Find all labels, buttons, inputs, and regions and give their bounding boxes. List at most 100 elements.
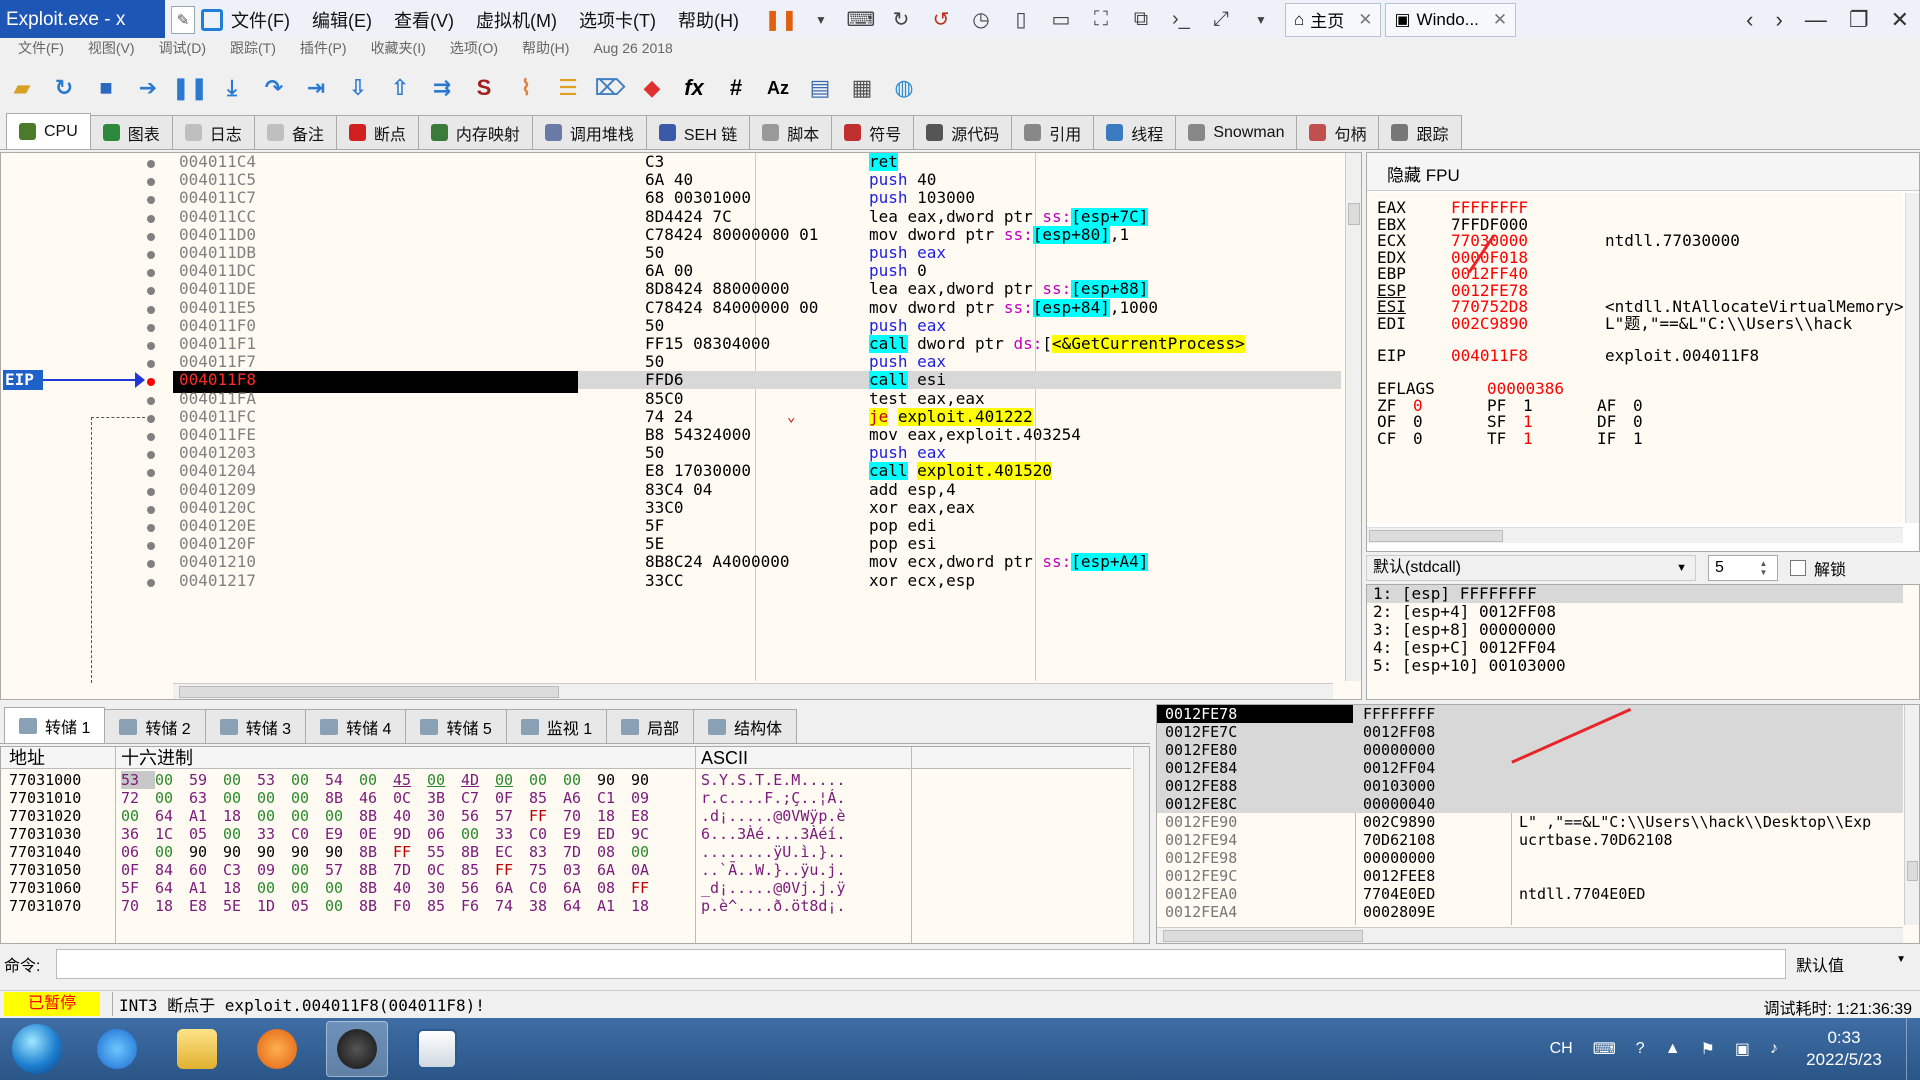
x64dbg-menu-item[interactable]: 插件(P) xyxy=(300,40,347,56)
breakpoint-dot-icon[interactable] xyxy=(147,233,155,241)
tab-7[interactable]: SEH 链 xyxy=(645,115,751,149)
hex-byte[interactable]: 9C xyxy=(631,825,665,843)
bookmarks-icon[interactable]: ◆ xyxy=(636,72,668,104)
register-value[interactable]: FFFFFFFF xyxy=(1451,199,1528,216)
command-mode-select[interactable]: 默认值 xyxy=(1796,952,1906,976)
horizontal-scrollbar[interactable] xyxy=(173,683,1333,699)
step-over-icon[interactable]: ↷ xyxy=(258,72,290,104)
command-input[interactable] xyxy=(56,949,1786,979)
dump-row[interactable]: 77031030 36 1C 05 00 33 C0 E9 0E 9D 06 00 33 C0 E9 ED 9C… xyxy=(1,825,1131,843)
hex-byte[interactable]: 90 xyxy=(257,843,291,861)
hex-byte[interactable]: 00 xyxy=(257,807,291,825)
register-row[interactable]: EIP 004011F8 exploit.004011F8 xyxy=(1367,347,1903,364)
hex-byte[interactable]: 53 xyxy=(121,771,155,789)
vm-menu-item[interactable]: 帮助(H) xyxy=(678,7,739,33)
hex-byte[interactable]: 38 xyxy=(529,897,563,915)
breakpoint-dot-icon[interactable] xyxy=(147,342,155,350)
vm-menu-item[interactable]: 虚拟机(M) xyxy=(476,7,557,33)
breakpoint-dot-icon[interactable] xyxy=(147,433,155,441)
hex-byte[interactable]: 00 xyxy=(223,771,257,789)
vertical-scrollbar[interactable] xyxy=(1905,193,1919,523)
hex-byte[interactable]: 00 xyxy=(257,789,291,807)
hex-byte[interactable]: 00 xyxy=(359,771,393,789)
tab-3[interactable]: 备注 xyxy=(253,115,337,149)
breakpoint-dot-icon[interactable] xyxy=(147,488,155,496)
vm-menu-item[interactable]: 选项卡(T) xyxy=(579,7,656,33)
hex-byte[interactable]: 6A xyxy=(495,879,529,897)
hex-byte[interactable]: 08 xyxy=(597,879,631,897)
network-icon[interactable]: ▣ xyxy=(1735,1039,1750,1059)
tab-6[interactable]: 调用堆栈 xyxy=(531,115,647,149)
disasm-row[interactable]: 004011C5 6A 40 push 40 xyxy=(173,171,1341,189)
hex-byte[interactable]: C0 xyxy=(291,825,325,843)
patch-icon[interactable]: ⌇ xyxy=(510,72,542,104)
hex-byte[interactable]: 90 xyxy=(631,771,665,789)
breakpoint-dot-icon[interactable] xyxy=(147,560,155,568)
flag-value[interactable]: 1 xyxy=(1523,413,1533,430)
hex-byte[interactable]: E8 xyxy=(189,897,223,915)
disasm-row[interactable]: 00401217 33CC xor ecx,esp xyxy=(173,572,1341,590)
hex-byte[interactable]: 33 xyxy=(257,825,291,843)
disasm-row[interactable]: 004011DE 8D8424 88000000 lea eax,dword ptr… xyxy=(173,280,1341,298)
chevron-down-icon[interactable]: ▼ xyxy=(806,5,836,35)
breakpoint-dot-icon[interactable] xyxy=(147,415,155,423)
register-row[interactable]: EBX 7FFDF000 xyxy=(1367,216,1903,233)
breakpoint-dot-icon[interactable] xyxy=(147,360,155,368)
taskbar-ie[interactable] xyxy=(86,1021,148,1077)
hex-byte[interactable]: 7D xyxy=(563,843,597,861)
register-row[interactable]: ESP 0012FE78 xyxy=(1367,282,1903,299)
variables-icon[interactable]: # xyxy=(720,72,752,104)
stack-panel[interactable]: 0012FE78 FFFFFFFF 0012FE7C 0012FF08 0012FE80… xyxy=(1156,704,1920,944)
snapshot-manager-icon[interactable]: ◷ xyxy=(966,5,996,35)
dump-row[interactable]: 77031040 06 00 90 90 90 90 90 8B FF 55 8B EC 83 7D 08 00… xyxy=(1,843,1131,861)
vm-app-title[interactable]: Exploit.exe - x xyxy=(0,0,165,40)
disasm-row[interactable]: 004011F8 FFD6 call esi xyxy=(173,371,1341,393)
stack-row[interactable]: 0012FE8C 00000040 xyxy=(1157,795,1903,813)
hex-byte[interactable]: 90 xyxy=(325,843,359,861)
argument-row[interactable]: 2: [esp+4] 0012FF08 xyxy=(1367,603,1903,621)
hex-byte[interactable]: 64 xyxy=(563,897,597,915)
x64dbg-menu-item[interactable]: 视图(V) xyxy=(88,40,135,56)
breakpoint-dot-icon[interactable] xyxy=(147,506,155,514)
hex-byte[interactable]: 85 xyxy=(461,861,495,879)
disassembly-list[interactable]: 004011C4 C3 ret 004011C5 6A 40 push 40 004011C… xyxy=(173,153,1341,681)
tab-15[interactable]: 跟踪 xyxy=(1378,115,1462,149)
unity-icon[interactable]: ⧉ xyxy=(1126,5,1156,35)
hex-dump-panel[interactable]: 地址 十六进制 ASCII 77031000 53 00 59 00 53 00 54 00 45… xyxy=(0,746,1150,944)
hex-byte[interactable]: 33 xyxy=(495,825,529,843)
hide-fpu-toggle[interactable]: 隐藏 FPU xyxy=(1367,153,1919,191)
open-icon[interactable]: ▰ xyxy=(6,72,38,104)
hex-byte[interactable]: A6 xyxy=(563,789,597,807)
hex-byte[interactable]: 3B xyxy=(427,789,461,807)
stack-row[interactable]: 0012FEA0 7704E0ED ntdll.7704E0ED xyxy=(1157,885,1903,903)
hex-byte[interactable]: 18 xyxy=(223,807,257,825)
x64dbg-menu-item[interactable]: 帮助(H) xyxy=(522,40,569,56)
dump-tab-4[interactable]: 转储 5 xyxy=(405,709,507,743)
taskbar-app[interactable] xyxy=(406,1021,468,1077)
dump-tab-7[interactable]: 结构体 xyxy=(693,709,798,743)
register-row[interactable]: ECX77030000ntdll.77030000 xyxy=(1367,232,1903,249)
run-to-user-code-icon[interactable]: ⇉ xyxy=(426,72,458,104)
stretch-icon[interactable]: ⤢ xyxy=(1206,5,1236,35)
dump-tab-0[interactable]: 转储 1 xyxy=(4,707,106,743)
register-row[interactable]: EBP 0012FF40 xyxy=(1367,265,1903,282)
hex-byte[interactable]: 8B xyxy=(359,843,393,861)
dump-row[interactable]: 77031070 70 18 E8 5E 1D 05 00 8B F0 85 F6 74 38 64 A1 18… xyxy=(1,897,1131,915)
breakpoint-dot-icon[interactable] xyxy=(147,269,155,277)
stack-row[interactable]: 0012FE9C 0012FEE8 xyxy=(1157,867,1903,885)
hex-byte[interactable]: 5E xyxy=(223,897,257,915)
hex-byte[interactable]: 00 xyxy=(291,807,325,825)
breakpoint-dot-icon[interactable] xyxy=(147,378,155,386)
hex-byte[interactable]: 8B xyxy=(359,807,393,825)
chevron-down-icon[interactable]: ▼ xyxy=(1246,5,1276,35)
vertical-scrollbar[interactable] xyxy=(1345,153,1361,681)
dump-row[interactable]: 77031000 53 00 59 00 53 00 54 00 45 00 4D 00 00 00 90 90… xyxy=(1,771,1131,789)
disasm-row[interactable]: 004011FC 74 24 je exploit.401222 ⌄ xyxy=(173,408,1341,426)
x64dbg-menu-item[interactable]: 收藏夹(I) xyxy=(371,40,426,56)
scrollbar-thumb[interactable] xyxy=(1348,203,1360,225)
hex-byte[interactable]: 57 xyxy=(495,807,529,825)
arg-count-spinner[interactable]: 5 xyxy=(1708,555,1778,581)
dump-row[interactable]: 77031020 00 64 A1 18 00 00 00 8B 40 30 56 57 FF 70 18 E8… xyxy=(1,807,1131,825)
arguments-panel[interactable]: 1: [esp] FFFFFFFF 2: [esp+4] 0012FF08 3: [… xyxy=(1366,584,1920,700)
hex-byte[interactable]: C3 xyxy=(223,861,257,879)
